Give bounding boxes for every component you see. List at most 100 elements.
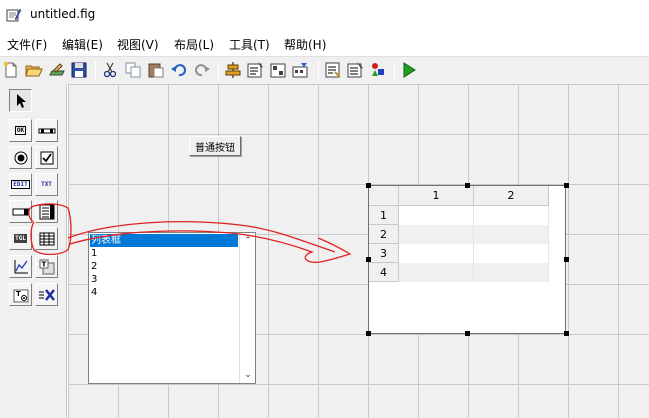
button-group-icon: T: [13, 289, 28, 302]
activex-tool[interactable]: [35, 283, 58, 306]
selection-handle[interactable]: [366, 331, 371, 336]
table-tool[interactable]: [35, 227, 58, 250]
menu-editor-icon[interactable]: [246, 61, 264, 79]
toggle-button-icon: TGL: [14, 234, 27, 243]
menu-edit[interactable]: 编辑(E): [62, 36, 103, 53]
table-cell[interactable]: [399, 225, 474, 244]
push-button[interactable]: 普通按钮: [189, 136, 241, 156]
object-browser-icon[interactable]: [369, 61, 387, 79]
menu-bar: 文件(F) 编辑(E) 视图(V) 布局(L) 工具(T) 帮助(H): [0, 30, 649, 54]
toolbar-separator: [394, 61, 395, 80]
figure-app-icon: [6, 8, 22, 22]
design-canvas[interactable]: 普通按钮 列表框 1 2 3 4 ⌃ ⌄ 1 2 1 2 3 4: [68, 84, 649, 418]
slider-tool[interactable]: [35, 119, 58, 142]
selection-handle[interactable]: [564, 331, 569, 336]
edit-text-tool[interactable]: EDIT: [9, 173, 32, 196]
run-icon[interactable]: [400, 61, 418, 79]
radio-button-tool[interactable]: [9, 146, 32, 169]
toolbar-separator: [95, 61, 96, 80]
checkbox-icon: [40, 151, 53, 164]
menu-layout[interactable]: 布局(L): [174, 36, 214, 53]
list-item[interactable]: 1: [90, 247, 238, 260]
select-arrow-tool[interactable]: [9, 89, 32, 112]
edit-icon[interactable]: [48, 61, 66, 79]
axes-tool[interactable]: [9, 255, 32, 278]
toolbar-separator: [218, 61, 219, 80]
cut-icon[interactable]: [101, 61, 119, 79]
push-button-tool[interactable]: OK: [9, 119, 32, 142]
table-icon: [39, 232, 54, 245]
selection-handle[interactable]: [564, 183, 569, 188]
list-item[interactable]: 列表框: [90, 234, 238, 247]
selection-handle[interactable]: [465, 183, 470, 188]
column-header[interactable]: 1: [399, 186, 474, 206]
toggle-button-tool[interactable]: TGL: [9, 227, 32, 250]
row-header[interactable]: 2: [369, 225, 399, 244]
toolbar: [0, 56, 649, 84]
svg-text:T: T: [41, 260, 46, 268]
table-corner: [369, 186, 399, 206]
selection-handle[interactable]: [564, 257, 569, 262]
column-header[interactable]: 2: [474, 186, 549, 206]
paste-icon[interactable]: [147, 61, 165, 79]
save-icon[interactable]: [70, 61, 88, 79]
redo-icon[interactable]: [193, 61, 211, 79]
popup-menu-tool[interactable]: [9, 200, 32, 223]
toolbar-editor-icon[interactable]: [291, 61, 309, 79]
panel-tool[interactable]: T: [35, 255, 58, 278]
menu-file[interactable]: 文件(F): [7, 36, 47, 53]
selection-handle[interactable]: [366, 183, 371, 188]
static-text-tool[interactable]: TXT: [35, 173, 58, 196]
align-icon[interactable]: [224, 61, 242, 79]
table-cell[interactable]: [399, 206, 474, 225]
list-item[interactable]: 3: [90, 273, 238, 286]
menu-view[interactable]: 视图(V): [117, 36, 159, 53]
title-bar: untitled.fig: [0, 0, 649, 30]
list-item[interactable]: 4: [90, 286, 238, 299]
window-title: untitled.fig: [30, 7, 96, 21]
listbox-tool[interactable]: [35, 200, 58, 223]
copy-icon[interactable]: [124, 61, 142, 79]
selection-handle[interactable]: [366, 257, 371, 262]
open-icon[interactable]: [25, 61, 43, 79]
select-arrow-icon: [16, 93, 26, 108]
slider-icon: [38, 128, 55, 133]
listbox-scrollbar[interactable]: ⌃ ⌄: [239, 233, 255, 383]
scroll-up-icon[interactable]: ⌃: [243, 237, 253, 246]
svg-text:T: T: [16, 290, 21, 298]
table-cell[interactable]: [474, 206, 549, 225]
static-text-icon: TXT: [41, 181, 52, 188]
new-icon[interactable]: [2, 61, 20, 79]
radio-button-icon: [14, 151, 27, 164]
button-group-tool[interactable]: T: [9, 283, 32, 306]
list-item[interactable]: 2: [90, 260, 238, 273]
activex-icon: [38, 288, 55, 301]
selection-handle[interactable]: [465, 331, 470, 336]
component-palette: OK EDIT TXT TGL T T: [0, 84, 67, 418]
push-button-icon: OK: [14, 126, 27, 135]
toolbar-separator: [318, 61, 319, 80]
menu-help[interactable]: 帮助(H): [284, 36, 326, 53]
edit-text-icon: EDIT: [11, 180, 30, 189]
table-cell[interactable]: [399, 263, 474, 282]
table-cell[interactable]: [474, 225, 549, 244]
row-header[interactable]: 4: [369, 263, 399, 282]
ui-table[interactable]: 1 2 1 2 3 4: [368, 185, 566, 334]
property-inspector-icon[interactable]: [346, 61, 364, 79]
row-header[interactable]: 1: [369, 206, 399, 225]
undo-icon[interactable]: [170, 61, 188, 79]
panel-icon: T: [39, 259, 54, 274]
editor-icon[interactable]: [324, 61, 342, 79]
axes-icon: [14, 259, 28, 273]
table-cell[interactable]: [474, 244, 549, 263]
tab-order-icon[interactable]: [269, 61, 287, 79]
row-header[interactable]: 3: [369, 244, 399, 263]
scroll-down-icon[interactable]: ⌄: [243, 371, 253, 380]
popup-menu-icon: [12, 208, 29, 215]
table-cell[interactable]: [399, 244, 474, 263]
checkbox-tool[interactable]: [35, 146, 58, 169]
menu-tools[interactable]: 工具(T): [229, 36, 270, 53]
listbox[interactable]: 列表框 1 2 3 4 ⌃ ⌄: [88, 232, 256, 384]
listbox-icon: [39, 204, 54, 219]
table-cell[interactable]: [474, 263, 549, 282]
